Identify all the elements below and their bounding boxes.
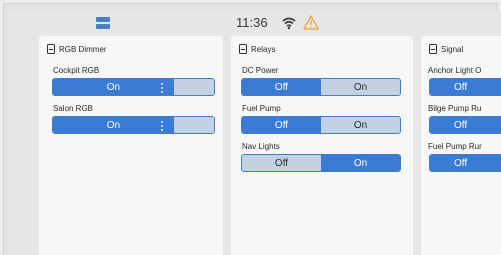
toggle-fuel-pump[interactable]: Off On xyxy=(241,116,401,134)
toggle-anchor-light[interactable]: Off xyxy=(429,78,501,96)
toggle-fuel-pump-running[interactable]: Off xyxy=(429,154,501,172)
more-options-icon[interactable] xyxy=(160,121,164,131)
dimmer-level-track[interactable] xyxy=(173,117,214,133)
toggle-off-button[interactable]: Off xyxy=(242,79,321,95)
card-title: Relays xyxy=(251,44,276,54)
toggle-bilge-pump[interactable]: Off xyxy=(429,116,501,134)
toggle-off-button[interactable]: Off xyxy=(242,117,321,133)
toggle-off-button[interactable]: Off xyxy=(430,117,501,133)
warning-icon[interactable] xyxy=(303,15,319,30)
dimmer-on-button[interactable]: On xyxy=(53,79,174,95)
dimmer-cockpit-rgb[interactable]: On xyxy=(52,78,215,96)
row-label-nav-lights: Nav Lights xyxy=(242,142,280,151)
toggle-on-button[interactable]: On xyxy=(321,155,400,171)
status-bar: 11:36 xyxy=(8,11,501,36)
toggle-dc-power[interactable]: Off On xyxy=(241,78,401,96)
switch-icon xyxy=(239,44,247,54)
card-header: Signal xyxy=(429,43,463,55)
row-label-cockpit-rgb: Cockpit RGB xyxy=(53,66,100,75)
toggle-off-button[interactable]: Off xyxy=(430,79,501,95)
dashboard-screen: 11:36 RGB Dimmer Cockpit RGB On Salon RG xyxy=(8,11,501,255)
dimmer-on-button[interactable]: On xyxy=(53,117,174,133)
switch-icon xyxy=(429,44,437,54)
row-label-salon-rgb: Salon RGB xyxy=(53,104,94,113)
dimmer-level-track[interactable] xyxy=(173,79,214,95)
menu-icon[interactable] xyxy=(96,16,110,30)
dimmer-state-label: On xyxy=(106,81,121,93)
switch-icon xyxy=(47,44,55,54)
toggle-off-button[interactable]: Off xyxy=(242,155,321,171)
card-header: RGB Dimmer xyxy=(47,43,107,55)
wifi-icon xyxy=(282,17,296,30)
row-label-bilge-pump: Bilge Pump Ru xyxy=(428,104,482,113)
toggle-off-button[interactable]: Off xyxy=(430,155,501,171)
card-header: Relays xyxy=(239,43,275,55)
row-label-fuel-pump: Fuel Pump xyxy=(242,104,281,113)
row-label-fuel-pump-running: Fuel Pump Rur xyxy=(428,142,482,151)
toggle-on-button[interactable]: On xyxy=(321,79,400,95)
toggle-on-button[interactable]: On xyxy=(321,117,400,133)
card-title: RGB Dimmer xyxy=(59,44,107,54)
dimmer-salon-rgb[interactable]: On xyxy=(52,116,215,134)
row-label-dc-power: DC Power xyxy=(242,66,279,75)
dimmer-state-label: On xyxy=(106,119,121,131)
clock: 11:36 xyxy=(236,15,268,30)
card-rgb-dimmer: RGB Dimmer Cockpit RGB On Salon RGB On xyxy=(39,36,223,255)
card-title: Signal xyxy=(441,44,464,54)
card-relays: Relays DC Power Off On Fuel Pump Off On … xyxy=(231,36,413,255)
toggle-nav-lights[interactable]: Off On xyxy=(241,154,401,172)
card-signal: Signal Anchor Light O Off Bilge Pump Ru … xyxy=(421,36,501,255)
row-label-anchor-light: Anchor Light O xyxy=(428,66,482,75)
more-options-icon[interactable] xyxy=(160,83,164,93)
